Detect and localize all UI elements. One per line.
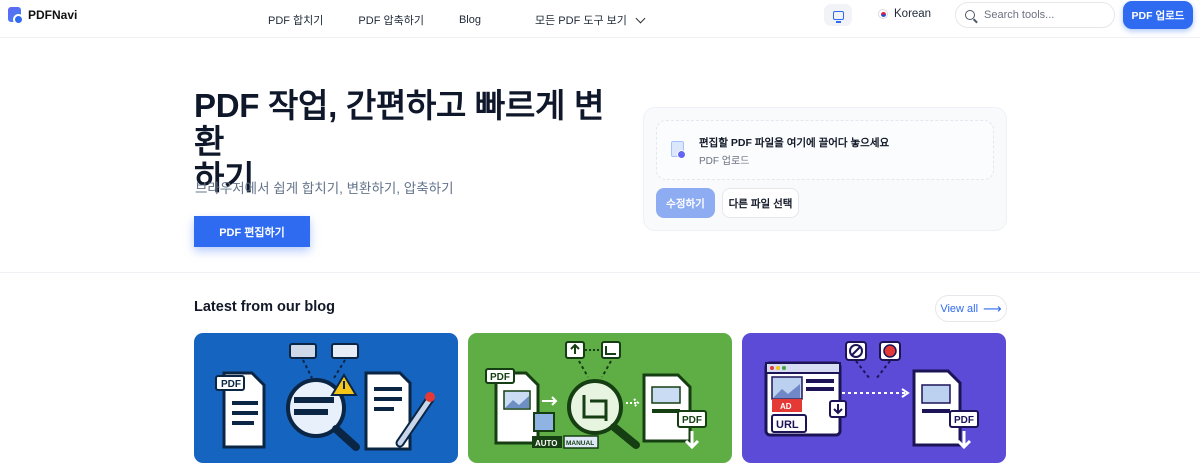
language-label: Korean <box>894 8 932 20</box>
search-input[interactable] <box>984 9 1104 21</box>
view-all-label: View all <box>940 302 979 315</box>
choose-other-file-button[interactable]: 다른 파일 선택 <box>722 188 799 218</box>
search-box[interactable] <box>955 2 1115 28</box>
hero-subtitle: 브라우저에서 쉽게 합치기, 변환하기, 압축하기 <box>195 181 454 196</box>
blog-card-1[interactable]: PDF <box>194 333 458 463</box>
blog-heading: Latest from our blog <box>194 299 335 315</box>
upload-panel: 편집할 PDF 파일을 여기에 끌어다 놓으세요 PDF 업로드 수정하기 다른… <box>643 107 1007 231</box>
blog-card-3[interactable]: AD URL PDF <box>742 333 1006 463</box>
view-all-link[interactable]: View all ⟶ <box>935 295 1007 322</box>
search-icon <box>965 10 975 20</box>
pdf-file-icon <box>671 141 686 159</box>
section-divider <box>0 272 1200 273</box>
blog-card-2[interactable]: PDF AUTO MANUAL PDF <box>468 333 732 463</box>
nav-links: PDF 합치기 PDF 압축하기 Blog 모든 PDF 도구 보기 <box>268 12 679 28</box>
chevron-down-icon <box>635 13 646 24</box>
drop-zone[interactable]: 편집할 PDF 파일을 여기에 끌어다 놓으세요 PDF 업로드 <box>656 120 994 180</box>
monitor-icon <box>832 10 844 23</box>
logo-icon <box>8 7 24 25</box>
nav-link-compress[interactable]: PDF 압축하기 <box>358 12 424 28</box>
upload-pdf-button[interactable]: PDF 업로드 <box>1123 1 1193 29</box>
card-2-manual-label: MANUAL <box>566 440 594 447</box>
blog-card-3-illustration: AD URL PDF <box>764 341 979 450</box>
card-2-auto-label: AUTO <box>535 439 558 448</box>
logo[interactable]: PDFNavi <box>8 7 78 25</box>
card-3-pdf-label: PDF <box>954 415 974 426</box>
korea-flag-icon <box>878 9 888 19</box>
blog-card-1-illustration: PDF <box>215 343 435 451</box>
edit-pdf-button[interactable]: PDF 편집하기 <box>194 216 310 247</box>
nav-link-all-tools-label: 모든 PDF 도구 보기 <box>535 15 627 27</box>
arrow-right-icon: ⟶ <box>983 300 1002 316</box>
card-3-url-label: URL <box>776 419 799 431</box>
nav-link-all-tools[interactable]: 모든 PDF 도구 보기 <box>535 12 646 28</box>
language-selector[interactable]: Korean <box>878 8 931 20</box>
card-2-pdf-label-1: PDF <box>490 372 510 383</box>
card-2-pdf-label-2: PDF <box>682 415 702 426</box>
theme-toggle-button[interactable] <box>824 4 852 26</box>
nav-link-blog[interactable]: Blog <box>459 14 481 26</box>
drop-zone-title: 편집할 PDF 파일을 여기에 끌어다 놓으세요 <box>699 137 890 149</box>
drop-zone-subtitle: PDF 업로드 <box>699 156 750 167</box>
card-1-pdf-label: PDF <box>221 379 241 390</box>
edit-button[interactable]: 수정하기 <box>656 188 715 218</box>
blog-card-2-illustration: PDF AUTO MANUAL PDF <box>485 341 707 450</box>
card-3-ad-label: AD <box>780 402 792 411</box>
hero-title-line-1: PDF 작업, 간편하고 빠르게 변환 <box>194 87 605 160</box>
top-nav: PDFNavi PDF 합치기 PDF 압축하기 Blog 모든 PDF 도구 … <box>0 0 1200 38</box>
logo-text: PDFNavi <box>28 7 78 22</box>
nav-link-merge[interactable]: PDF 합치기 <box>268 12 323 28</box>
